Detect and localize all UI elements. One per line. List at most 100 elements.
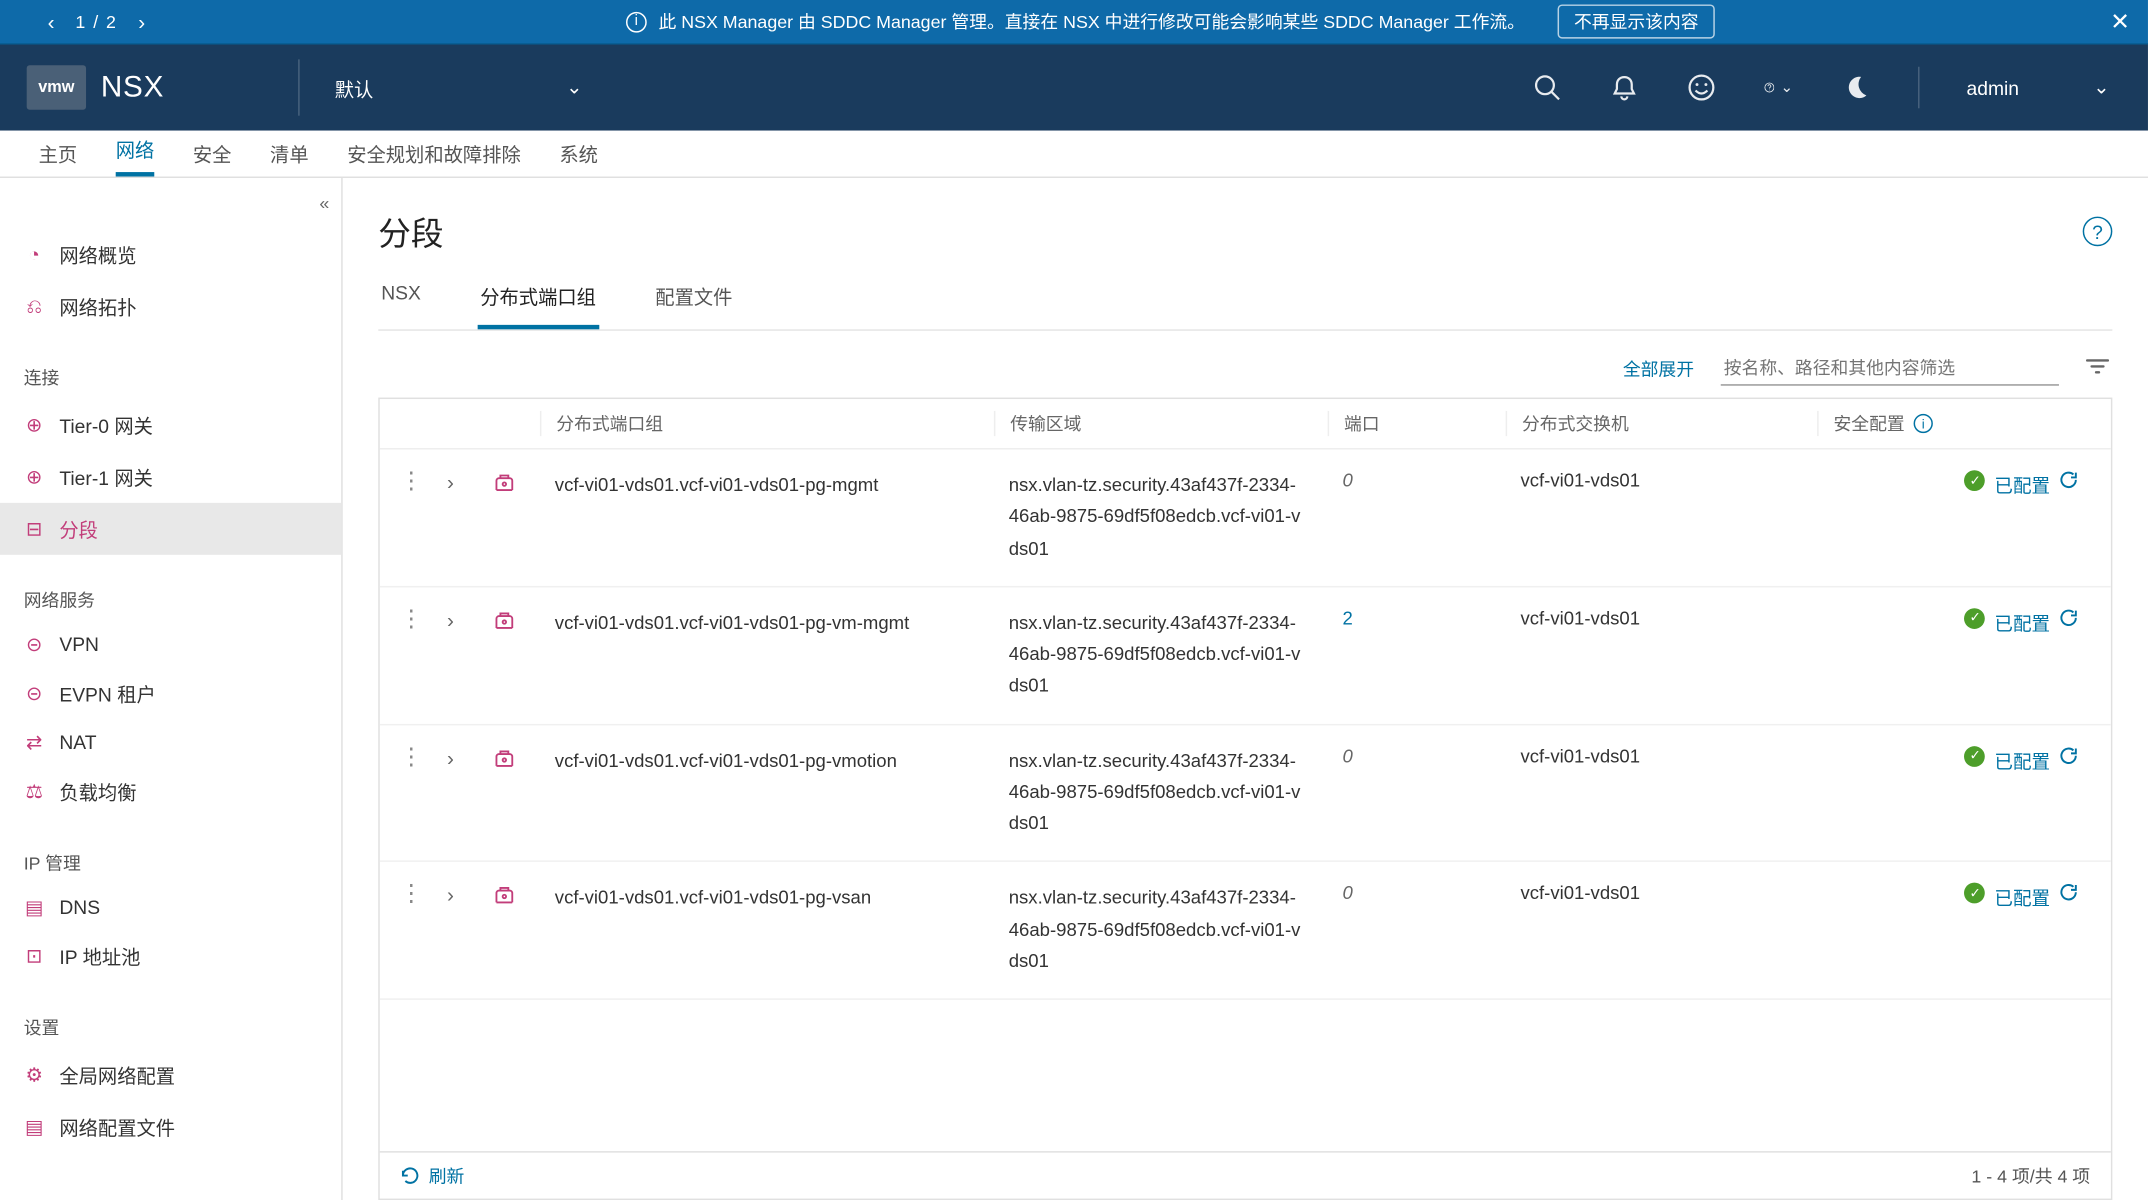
sidebar-item-vpn[interactable]: ⊝VPN bbox=[0, 622, 341, 668]
sidebar-item-tier1[interactable]: ⊕Tier-1 网关 bbox=[0, 451, 341, 503]
bell-icon[interactable] bbox=[1609, 73, 1639, 103]
col-security[interactable]: 安全配置 i bbox=[1817, 411, 2111, 436]
sidebar-group-services: 网络服务 ⊝VPN ⊝EVPN 租户 ⇄ NAT ⚖负载均衡 bbox=[0, 555, 341, 818]
smiley-icon[interactable] bbox=[1686, 73, 1716, 103]
search-input[interactable] bbox=[1721, 352, 2059, 386]
table-body: ⋮›vcf-vi01-vds01.vcf-vi01-vds01-pg-mgmtn… bbox=[380, 449, 2111, 1151]
sidebar-item-lb[interactable]: ⚖负载均衡 bbox=[0, 765, 341, 817]
pager-next-icon[interactable]: › bbox=[138, 10, 145, 34]
sidebar-item-label: NAT bbox=[59, 731, 96, 753]
sidebar-item-network-overview[interactable]: ◔ 网络概览 bbox=[0, 228, 341, 280]
subtab-nsx[interactable]: NSX bbox=[378, 270, 424, 329]
refresh-link[interactable]: 刷新 bbox=[401, 1163, 465, 1188]
expand-row-icon[interactable]: › bbox=[447, 608, 454, 632]
cell-name: vcf-vi01-vds01.vcf-vi01-vds01-pg-vsan bbox=[540, 883, 994, 913]
refresh-icon[interactable] bbox=[2059, 745, 2078, 769]
search-icon[interactable] bbox=[1532, 73, 1562, 103]
segment-icon: ⊟ bbox=[24, 518, 45, 539]
ippool-icon: ⊡ bbox=[24, 946, 45, 967]
refresh-icon[interactable] bbox=[2059, 608, 2078, 632]
close-icon[interactable]: ✕ bbox=[2110, 7, 2130, 37]
col-name[interactable]: 分布式端口组 bbox=[540, 411, 994, 436]
sidebar-item-ippool[interactable]: ⊡ IP 地址池 bbox=[0, 930, 341, 982]
user-menu[interactable]: admin ⌄ bbox=[1967, 76, 2110, 100]
user-label: admin bbox=[1967, 76, 2020, 98]
subtab-dv-portgroup[interactable]: 分布式端口组 bbox=[477, 270, 599, 329]
col-port[interactable]: 端口 bbox=[1328, 411, 1506, 436]
sidebar-item-nat[interactable]: ⇄ NAT bbox=[0, 719, 341, 765]
vmw-logo: vmw bbox=[27, 65, 86, 110]
page-subtabs: NSX 分布式端口组 配置文件 bbox=[378, 270, 2112, 331]
sidebar-group-connectivity: 连接 ⊕Tier-0 网关 ⊕Tier-1 网关 ⊟分段 bbox=[0, 332, 341, 555]
status-ok-icon: ✓ bbox=[1965, 608, 1986, 629]
row-actions-icon[interactable]: ⋮ bbox=[400, 887, 424, 902]
sidebar-item-label: IP 地址池 bbox=[59, 942, 140, 970]
sidebar-group-label: 网络服务 bbox=[0, 576, 341, 622]
row-actions-icon[interactable]: ⋮ bbox=[400, 750, 424, 765]
cell-tz: nsx.vlan-tz.security.43af437f-2334-46ab-… bbox=[994, 608, 1328, 703]
cell-switch: vcf-vi01-vds01 bbox=[1506, 883, 1818, 904]
security-status-link[interactable]: 已配置 bbox=[1994, 470, 2050, 498]
banner-dismiss-button[interactable]: 不再显示该内容 bbox=[1558, 4, 1715, 38]
expand-row-icon[interactable]: › bbox=[447, 883, 454, 907]
dns-icon: ▤ bbox=[24, 897, 45, 918]
header-divider bbox=[298, 59, 299, 115]
portgroup-icon bbox=[469, 883, 540, 908]
info-icon[interactable]: i bbox=[1914, 414, 1933, 433]
sidebar-collapse-icon[interactable]: « bbox=[319, 193, 323, 214]
chevron-down-icon: ⌄ bbox=[566, 76, 582, 100]
table-row: ⋮›vcf-vi01-vds01.vcf-vi01-vds01-pg-mgmtn… bbox=[380, 449, 2111, 587]
col-switch[interactable]: 分布式交换机 bbox=[1506, 411, 1818, 436]
expand-all-link[interactable]: 全部展开 bbox=[1623, 356, 1694, 381]
status-ok-icon: ✓ bbox=[1965, 470, 1986, 491]
expand-row-icon[interactable]: › bbox=[447, 470, 454, 494]
security-status-link[interactable]: 已配置 bbox=[1994, 608, 2050, 636]
sidebar-item-label: 网络概览 bbox=[59, 240, 136, 268]
sidebar-item-label: 分段 bbox=[59, 515, 98, 543]
pager-prev-icon[interactable]: ‹ bbox=[48, 10, 55, 34]
table-header: 分布式端口组 传输区域 端口 分布式交换机 安全配置 i bbox=[380, 399, 2111, 449]
tab-inventory[interactable]: 清单 bbox=[270, 139, 309, 176]
cell-switch: vcf-vi01-vds01 bbox=[1506, 470, 1818, 491]
gauge-icon: ◔ bbox=[24, 244, 45, 265]
tab-system[interactable]: 系统 bbox=[559, 139, 598, 176]
sidebar-item-tier0[interactable]: ⊕Tier-0 网关 bbox=[0, 399, 341, 451]
tab-plan-troubleshoot[interactable]: 安全规划和故障排除 bbox=[347, 139, 521, 176]
app-header: vmw NSX 默认 ⌄ ⌄ admin ⌄ bbox=[0, 45, 2148, 131]
sidebar-item-global-net[interactable]: ⚙全局网络配置 bbox=[0, 1049, 341, 1101]
status-ok-icon: ✓ bbox=[1965, 745, 1986, 766]
filter-icon[interactable] bbox=[2086, 356, 2110, 381]
tab-security[interactable]: 安全 bbox=[193, 139, 232, 176]
sidebar-item-dns[interactable]: ▤DNS bbox=[0, 884, 341, 930]
row-actions-icon[interactable]: ⋮ bbox=[400, 475, 424, 490]
table-row: ⋮ › vcf-vi01-vds01.vcf-vi01-vds01-pg-vmoti… bbox=[380, 725, 2111, 863]
col-tz[interactable]: 传输区域 bbox=[994, 411, 1328, 436]
refresh-icon[interactable] bbox=[2059, 883, 2078, 907]
tab-network[interactable]: 网络 bbox=[116, 135, 155, 177]
profile-icon: ▤ bbox=[24, 1116, 45, 1137]
help-icon[interactable]: ⌄ bbox=[1763, 73, 1793, 103]
cell-port[interactable]: 2 bbox=[1328, 608, 1506, 629]
refresh-icon[interactable] bbox=[2059, 470, 2078, 494]
expand-row-icon[interactable]: › bbox=[447, 745, 454, 769]
gateway-icon: ⊕ bbox=[24, 415, 45, 436]
security-status-link[interactable]: 已配置 bbox=[1994, 883, 2050, 911]
nat-icon: ⇄ bbox=[24, 732, 45, 753]
refresh-label: 刷新 bbox=[429, 1163, 465, 1188]
sidebar-item-segments[interactable]: ⊟ 分段 bbox=[0, 503, 341, 555]
tenant-label: 默认 bbox=[335, 73, 374, 101]
tab-home[interactable]: 主页 bbox=[39, 139, 78, 176]
cell-name: vcf-vi01-vds01.vcf-vi01-vds01-pg-vmotion bbox=[540, 745, 994, 775]
gateway-icon: ⊕ bbox=[24, 467, 45, 488]
help-icon[interactable]: ? bbox=[2083, 217, 2113, 247]
sidebar-item-evpn[interactable]: ⊝EVPN 租户 bbox=[0, 668, 341, 720]
table-footer: 刷新 1 - 4 项/共 4 项 bbox=[380, 1151, 2111, 1198]
sidebar-item-net-profile[interactable]: ▤网络配置文件 bbox=[0, 1101, 341, 1153]
banner-message-wrap: i 此 NSX Manager 由 SDDC Manager 管理。直接在 NS… bbox=[193, 4, 2148, 38]
subtab-profiles[interactable]: 配置文件 bbox=[652, 270, 735, 329]
sidebar-item-network-topology[interactable]: ⎌网络拓扑 bbox=[0, 280, 341, 332]
security-status-link[interactable]: 已配置 bbox=[1994, 745, 2050, 773]
row-actions-icon[interactable]: ⋮ bbox=[400, 612, 424, 627]
tenant-selector[interactable]: 默认 ⌄ bbox=[335, 73, 583, 101]
dark-mode-icon[interactable] bbox=[1840, 73, 1870, 103]
